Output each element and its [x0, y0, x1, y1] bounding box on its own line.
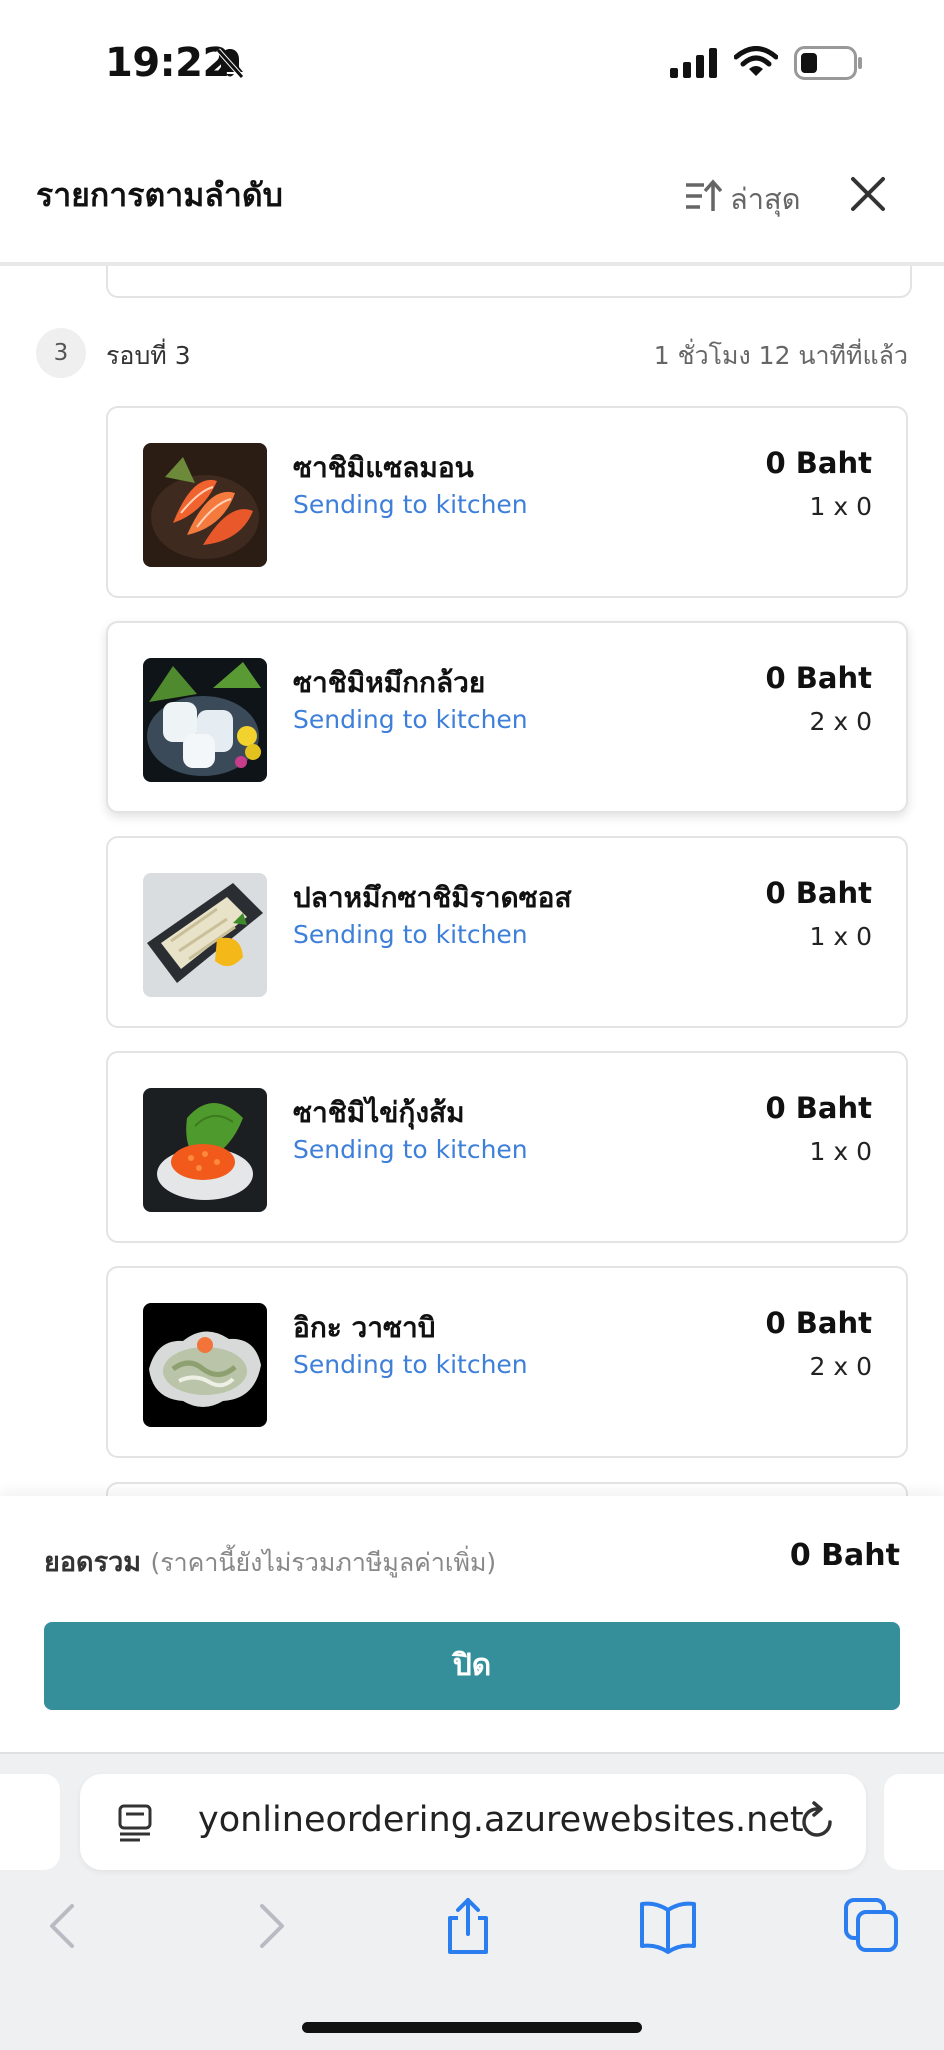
page-title: รายการตามลำดับ	[36, 176, 283, 214]
reader-icon[interactable]	[116, 1804, 156, 1846]
order-item-card[interactable]: อิกะ วาซาบิ Sending to kitchen 0 Baht 2 …	[106, 1266, 908, 1458]
item-image	[143, 658, 267, 782]
item-image	[143, 1303, 267, 1427]
item-quantity: 1 x 0	[809, 922, 873, 951]
item-name: ซาชิมิไข่กุ้งส้ม	[293, 1096, 465, 1129]
total-title: ยอดรวม	[44, 1547, 142, 1578]
round-number-badge: 3	[36, 328, 86, 378]
reload-icon[interactable]	[798, 1800, 838, 1846]
item-name: ซาชิมิแซลมอน	[293, 451, 474, 484]
next-tab[interactable]	[884, 1774, 944, 1870]
sort-button[interactable]: ล่าสุด	[684, 176, 801, 222]
item-status: Sending to kitchen	[293, 920, 528, 949]
round-time-ago: 1 ชั่วโมง 12 นาทีที่แล้ว	[653, 341, 908, 370]
item-status: Sending to kitchen	[293, 705, 528, 734]
sort-label: ล่าสุด	[730, 182, 801, 216]
orders-header: รายการตามลำดับ ล่าสุด	[0, 130, 944, 266]
item-status: Sending to kitchen	[293, 1135, 528, 1164]
forward-icon[interactable]	[240, 1896, 300, 1956]
order-footer: ยอดรวม (ราคานี้ยังไม่รวมภาษีมูลค่าเพิ่ม)…	[0, 1496, 944, 1752]
close-button[interactable]: ปิด	[44, 1622, 900, 1710]
item-quantity: 2 x 0	[809, 1352, 873, 1381]
round-label: รอบที่ 3	[106, 341, 191, 370]
share-icon[interactable]	[438, 1896, 498, 1956]
status-time: 19:22	[105, 40, 230, 86]
item-quantity: 2 x 0	[809, 707, 873, 736]
browser-toolbar: yonlineordering.azurewebsites.net	[0, 1752, 944, 2050]
url-text: yonlineordering.azurewebsites.net	[198, 1800, 804, 1840]
item-name: ซาชิมิหมึกกล้วย	[293, 666, 486, 699]
total-label: ยอดรวม (ราคานี้ยังไม่รวมภาษีมูลค่าเพิ่ม)	[44, 1540, 496, 1583]
bookmarks-icon[interactable]	[638, 1896, 698, 1956]
item-image	[143, 443, 267, 567]
home-indicator	[302, 2022, 642, 2033]
close-icon[interactable]	[848, 174, 888, 214]
wifi-icon	[733, 46, 779, 82]
tabs-icon[interactable]	[842, 1896, 902, 1956]
battery-icon	[794, 46, 864, 84]
previous-tab[interactable]	[0, 1774, 60, 1870]
item-price: 0 Baht	[765, 876, 872, 910]
item-name: ปลาหมึกซาชิมิราดซอส	[293, 881, 572, 914]
item-price: 0 Baht	[765, 661, 872, 695]
item-price: 0 Baht	[765, 446, 872, 480]
address-bar[interactable]: yonlineordering.azurewebsites.net	[80, 1774, 866, 1870]
total-vat-note: (ราคานี้ยังไม่รวมภาษีมูลค่าเพิ่ม)	[150, 1548, 497, 1577]
signal-icon	[670, 48, 718, 82]
status-bar: 19:22	[0, 0, 944, 130]
order-list[interactable]: 3 รอบที่ 3 1 ชั่วโมง 12 นาทีที่แล้ว ซาชิ…	[0, 266, 944, 1496]
item-status: Sending to kitchen	[293, 1350, 528, 1379]
item-status: Sending to kitchen	[293, 490, 528, 519]
item-name: อิกะ วาซาบิ	[293, 1311, 436, 1344]
previous-card	[106, 266, 912, 298]
item-image	[143, 873, 267, 997]
next-card	[106, 1482, 908, 1496]
order-item-card[interactable]: ซาชิมิหมึกกล้วย Sending to kitchen 0 Bah…	[106, 621, 908, 813]
order-item-card[interactable]: ซาชิมิไข่กุ้งส้ม Sending to kitchen 0 Ba…	[106, 1051, 908, 1243]
item-quantity: 1 x 0	[809, 1137, 873, 1166]
total-amount: 0 Baht	[789, 1538, 900, 1573]
item-quantity: 1 x 0	[809, 492, 873, 521]
sort-icon	[684, 178, 723, 220]
item-price: 0 Baht	[765, 1306, 872, 1340]
order-item-card[interactable]: ปลาหมึกซาชิมิราดซอส Sending to kitchen 0…	[106, 836, 908, 1028]
bell-slash-icon	[214, 46, 246, 84]
browser-nav	[0, 1896, 944, 1976]
item-image	[143, 1088, 267, 1212]
order-item-card[interactable]: ซาชิมิแซลมอน Sending to kitchen 0 Baht 1…	[106, 406, 908, 598]
back-icon[interactable]	[34, 1896, 94, 1956]
item-price: 0 Baht	[765, 1091, 872, 1125]
